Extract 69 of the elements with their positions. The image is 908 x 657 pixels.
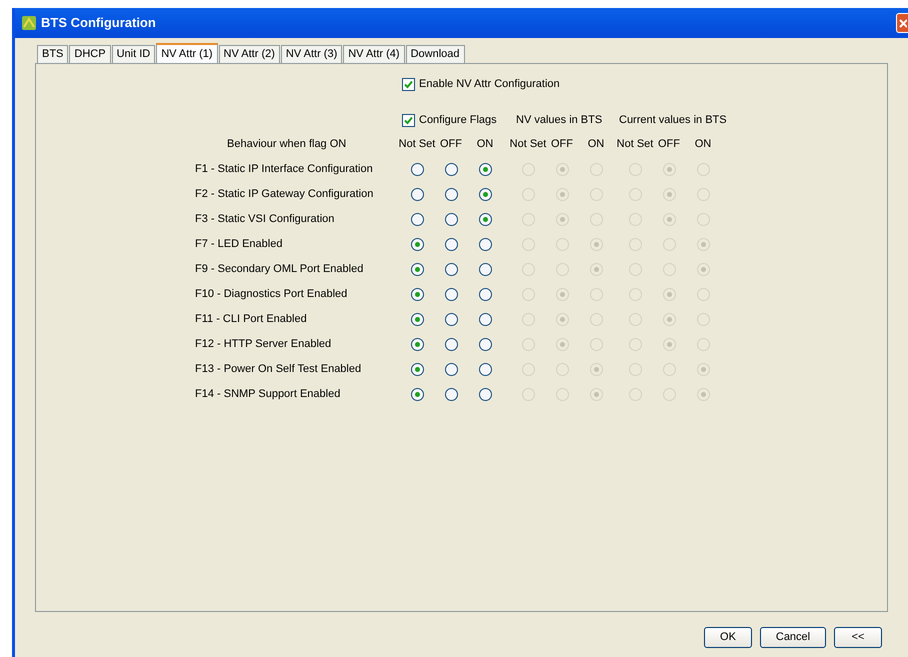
- flag-label: F13 - Power On Self Test Enabled: [195, 362, 362, 377]
- tab[interactable]: NV Attr (2): [218, 45, 280, 63]
- flag-label: F12 - HTTP Server Enabled: [195, 336, 332, 352]
- radio-button[interactable]: [478, 288, 492, 300]
- column-heading: Not Set: [616, 137, 654, 152]
- radio-button[interactable]: [478, 212, 492, 226]
- radio-button[interactable]: [478, 388, 492, 400]
- flag-label: F1 - Static IP Interface Configuration: [195, 162, 374, 177]
- radio-button[interactable]: [410, 212, 424, 226]
- flag-label: F2 - Static IP Gateway Configuration: [195, 186, 374, 202]
- tab[interactable]: Unit ID: [112, 45, 156, 63]
- radio-button[interactable]: [478, 362, 492, 376]
- checkbox-label: Enable NV Attr Configuration: [419, 77, 560, 92]
- column-heading: ON: [694, 137, 712, 152]
- flag-label: F7 - LED Enabled: [195, 236, 284, 252]
- tab[interactable]: NV Attr (4): [343, 45, 405, 63]
- radio-button[interactable]: [410, 188, 424, 200]
- dialog-button[interactable]: OK: [704, 627, 752, 648]
- column-heading: Not Set: [510, 137, 546, 152]
- checkbox[interactable]: [402, 114, 415, 127]
- checkbox-label: Configure Flags: [419, 113, 497, 128]
- flag-label: F14 - SNMP Support Enabled: [195, 386, 342, 402]
- radio-button[interactable]: [410, 162, 424, 176]
- column-heading: NV values in BTS: [516, 113, 604, 128]
- radio-button[interactable]: [410, 238, 424, 250]
- radio-button[interactable]: [410, 338, 424, 350]
- radio-button[interactable]: [444, 162, 458, 176]
- flag-label: F10 - Diagnostics Port Enabled: [195, 286, 348, 302]
- dialog-button[interactable]: Cancel: [760, 627, 826, 648]
- checkbox[interactable]: [402, 78, 415, 91]
- close-icon[interactable]: [896, 13, 908, 33]
- flag-label: F3 - Static VSI Configuration: [195, 212, 336, 227]
- radio-button[interactable]: [444, 388, 458, 400]
- radio-button[interactable]: [444, 362, 458, 376]
- radio-button[interactable]: [478, 162, 492, 176]
- column-heading: OFF: [551, 137, 573, 152]
- radio-button[interactable]: [444, 238, 458, 250]
- column-heading: ON: [476, 137, 494, 152]
- column-heading: Behaviour when flag ON: [226, 137, 348, 152]
- radio-button[interactable]: [410, 288, 424, 300]
- dialog-button[interactable]: <<: [834, 627, 882, 648]
- radio-button[interactable]: [478, 238, 492, 250]
- app-icon: [21, 15, 37, 31]
- radio-button[interactable]: [478, 188, 492, 200]
- radio-button[interactable]: [410, 388, 424, 400]
- radio-button[interactable]: [444, 312, 458, 326]
- tab[interactable]: Download: [406, 45, 464, 63]
- radio-button[interactable]: [410, 362, 424, 376]
- radio-button[interactable]: [444, 338, 458, 350]
- window-title: BTS Configuration: [41, 14, 156, 32]
- tab[interactable]: BTS: [37, 45, 68, 63]
- column-heading: OFF: [658, 137, 680, 152]
- column-heading: OFF: [440, 137, 462, 152]
- radio-button[interactable]: [478, 338, 492, 350]
- radio-button[interactable]: [444, 262, 458, 276]
- radio-button[interactable]: [410, 312, 424, 326]
- flag-label: F11 - CLI Port Enabled: [195, 312, 308, 327]
- flag-label: F9 - Secondary OML Port Enabled: [195, 262, 364, 277]
- radio-button[interactable]: [478, 312, 492, 326]
- radio-button[interactable]: [444, 288, 458, 300]
- tab[interactable]: NV Attr (3): [280, 45, 342, 63]
- column-heading: ON: [588, 137, 604, 152]
- column-heading: Not Set: [398, 137, 436, 152]
- radio-button[interactable]: [478, 262, 492, 276]
- tab[interactable]: DHCP: [69, 45, 111, 63]
- radio-button[interactable]: [410, 262, 424, 276]
- radio-button[interactable]: [444, 212, 458, 226]
- radio-button[interactable]: [444, 188, 458, 200]
- tab[interactable]: NV Attr (1): [156, 43, 218, 63]
